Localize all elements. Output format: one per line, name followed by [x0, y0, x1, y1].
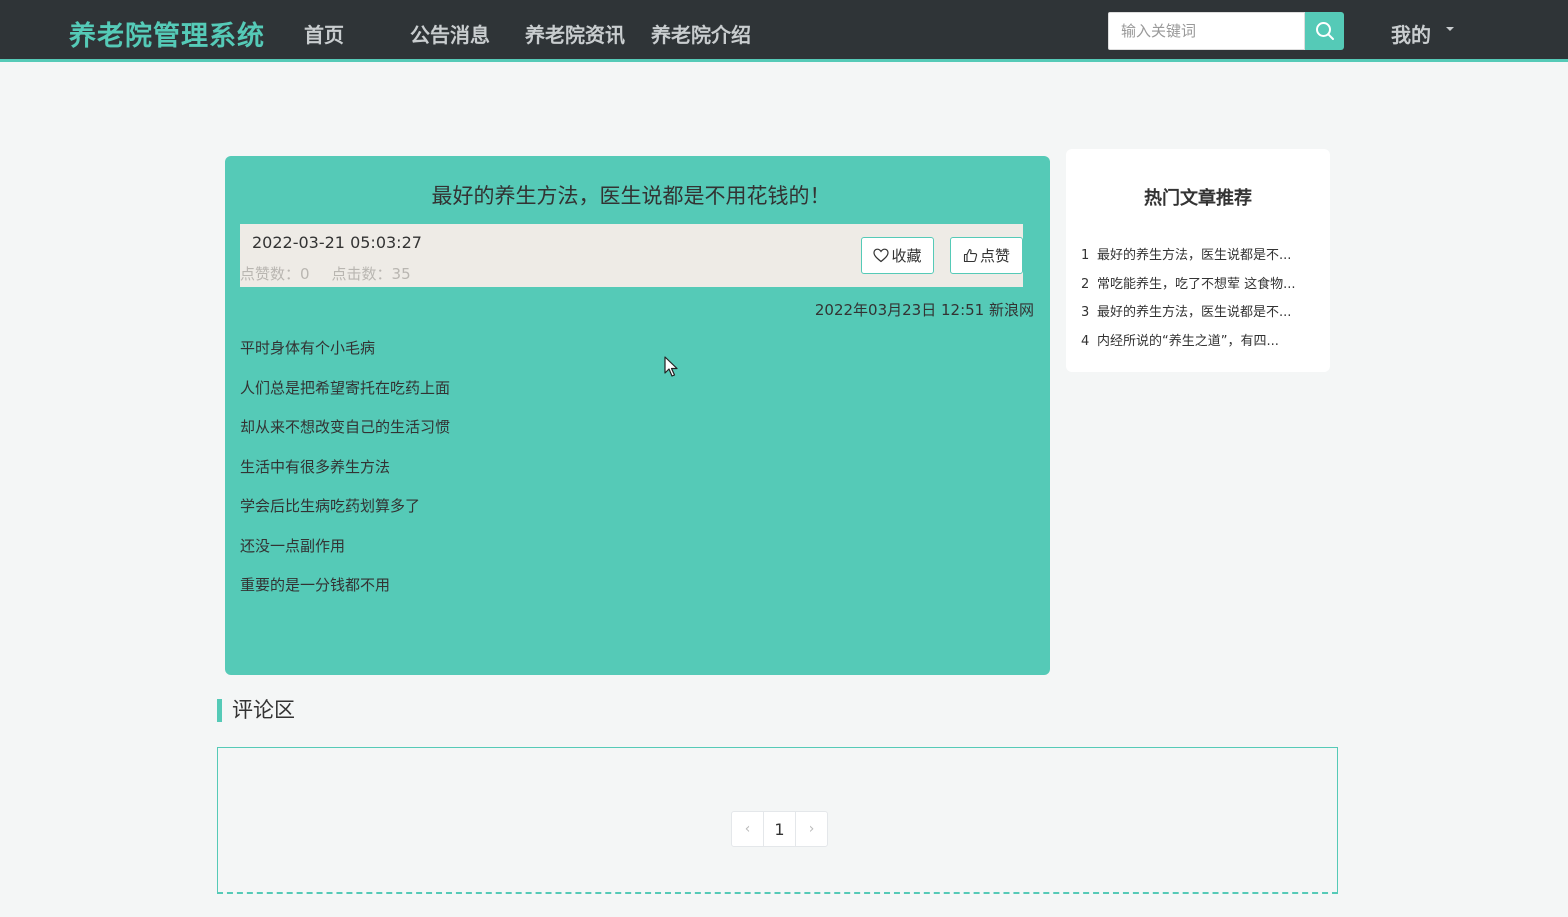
mouse-cursor-icon — [664, 356, 678, 377]
hot-articles-list: 1 最好的养生方法，医生说都是不... 2 常吃能养生，吃了不想荤 这食物... 3… — [1081, 244, 1321, 359]
hot-articles-title: 热门文章推荐 — [1144, 188, 1252, 209]
article-datetime: 2022-03-21 05:03:27 — [252, 233, 422, 252]
article-meta-bar: 2022-03-21 05:03:27 点赞数：0 点击数：35 收藏 点赞 — [240, 224, 1023, 287]
article-paragraph: 平时身体有个小毛病 — [240, 339, 376, 357]
like-button[interactable]: 点赞 — [950, 237, 1023, 274]
hot-article-rank: 2 — [1081, 276, 1090, 292]
hot-article-item[interactable]: 2 常吃能养生，吃了不想荤 这食物... — [1081, 273, 1321, 302]
nav-home[interactable]: 首页 — [304, 19, 344, 48]
article-paragraph: 还没一点副作用 — [240, 536, 346, 555]
hot-article-item[interactable]: 1 最好的养生方法，医生说都是不... — [1081, 244, 1321, 273]
hot-article-link[interactable]: 最好的养生方法，医生说都是不... — [1097, 248, 1291, 263]
brand-title[interactable]: 养老院管理系统 — [69, 14, 265, 53]
comment-box: ‹ 1 › — [217, 747, 1338, 894]
search-icon — [1315, 22, 1334, 40]
article-paragraph: 生活中有很多养生方法 — [240, 457, 391, 476]
article-body: 平时身体有个小毛病 人们总是把希望寄托在吃药上面 却从来不想改变自己的生活习惯 … — [240, 338, 450, 615]
hot-article-link[interactable]: 内经所说的“养生之道”，有四... — [1097, 334, 1279, 349]
hot-article-item[interactable]: 3 最好的养生方法，医生说都是不... — [1081, 301, 1321, 330]
article-source: 2022年03月23日 12:51 新浪网 — [814, 301, 1034, 319]
nav-news[interactable]: 养老院资讯 — [525, 19, 625, 48]
search-button[interactable] — [1305, 12, 1344, 50]
hot-articles-panel: 热门文章推荐 1 最好的养生方法，医生说都是不... 2 常吃能养生，吃了不想荤 这… — [1066, 149, 1330, 372]
hot-article-rank: 1 — [1081, 248, 1090, 263]
nav-introduction[interactable]: 养老院介绍 — [651, 19, 751, 48]
comment-section-title: 评论区 — [217, 699, 295, 722]
article-paragraph: 学会后比生病吃药划算多了 — [240, 497, 421, 515]
article-paragraph: 重要的是一分钱都不用 — [240, 576, 391, 594]
likes-count: 点赞数：0 — [240, 265, 310, 283]
heart-icon — [873, 248, 890, 263]
collect-label: 收藏 — [891, 247, 922, 265]
hot-article-item[interactable]: 4 内经所说的“养生之道”，有四... — [1081, 330, 1321, 359]
article-paragraph: 却从来不想改变自己的生活习惯 — [240, 418, 451, 436]
page-number-button[interactable]: 1 — [763, 812, 796, 846]
collect-button[interactable]: 收藏 — [861, 237, 934, 274]
top-navbar: 养老院管理系统 首页 公告消息 养老院资讯 养老院介绍 我的 — [0, 0, 1568, 62]
like-label: 点赞 — [979, 247, 1010, 265]
article-paragraph: 人们总是把希望寄托在吃药上面 — [240, 378, 451, 397]
search-input[interactable] — [1108, 12, 1305, 50]
article-stats: 点赞数：0 点击数：35 — [240, 263, 433, 284]
hot-article-link[interactable]: 常吃能养生，吃了不想荤 这食物... — [1097, 277, 1296, 292]
pagination: ‹ 1 › — [731, 811, 828, 847]
article-title: 最好的养生方法，医生说都是不用花钱的！ — [431, 184, 831, 208]
next-page-button[interactable]: › — [796, 812, 827, 846]
hot-article-rank: 4 — [1081, 334, 1090, 350]
clicks-count: 点击数：35 — [331, 265, 411, 283]
prev-page-button[interactable]: ‹ — [732, 812, 763, 846]
article-card: 最好的养生方法，医生说都是不用花钱的！ 2022-03-21 05:03:27 … — [225, 156, 1050, 675]
hot-article-rank: 3 — [1081, 305, 1090, 321]
chevron-down-icon[interactable] — [1446, 27, 1454, 31]
user-menu[interactable]: 我的 — [1391, 19, 1431, 48]
nav-announcements[interactable]: 公告消息 — [410, 19, 490, 48]
hot-article-link[interactable]: 最好的养生方法，医生说都是不... — [1097, 305, 1291, 320]
thumbs-up-icon — [963, 248, 978, 263]
